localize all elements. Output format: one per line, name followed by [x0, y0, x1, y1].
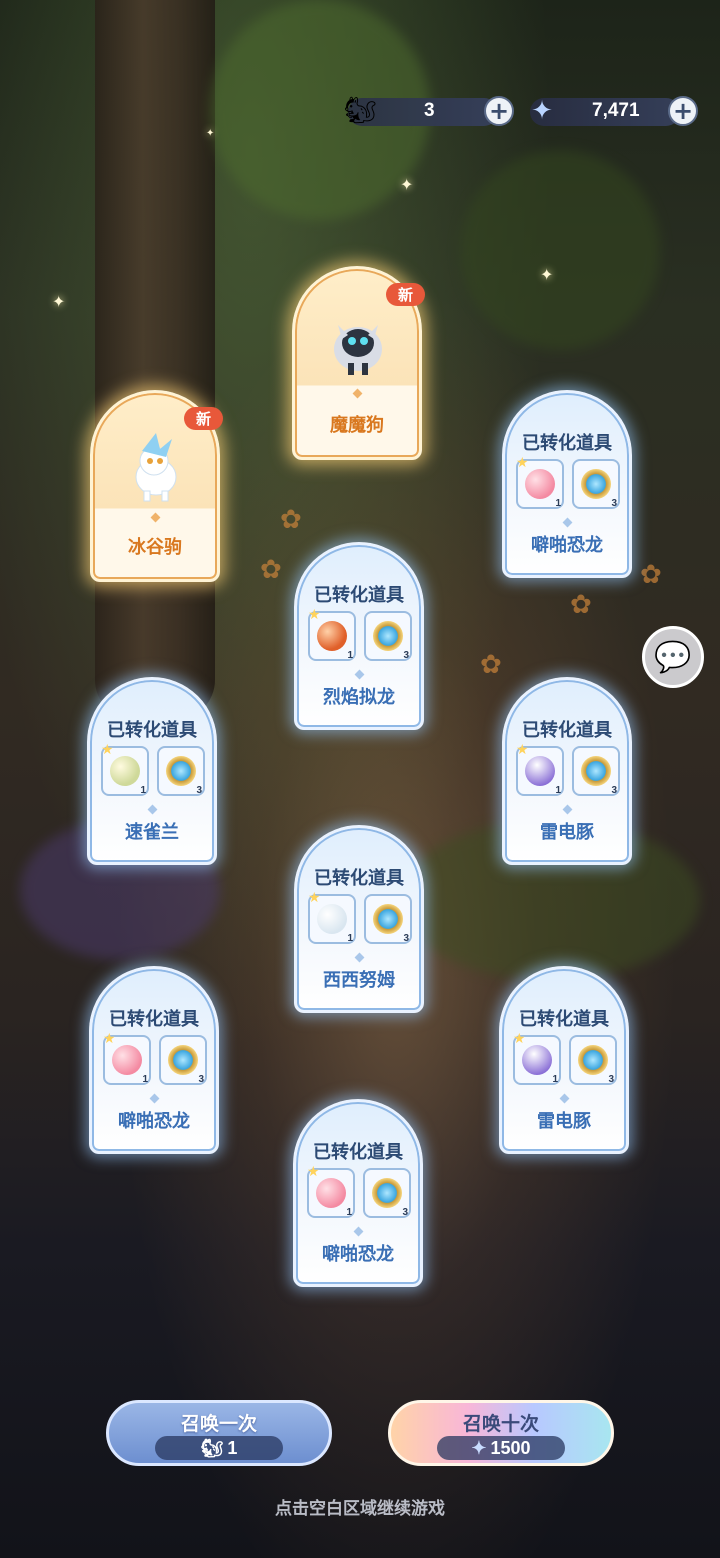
- tree-trunk: [95, 0, 215, 720]
- converted-item: 3: [572, 746, 620, 796]
- add-tickets-button[interactable]: +: [484, 96, 514, 126]
- converted-card[interactable]: 已转化道具 ★ 1 3 噼啪恐龙: [89, 966, 219, 1154]
- continue-hint: 点击空白区域继续游戏: [275, 1499, 445, 1519]
- ticket-count: 3: [424, 100, 435, 121]
- converted-card[interactable]: 已转化道具 ★ 1 3 雷电豚: [499, 966, 629, 1154]
- snow-sprite-icon: [317, 904, 347, 934]
- converted-item: ★ 1: [308, 607, 356, 661]
- star-crystal-icon: ✦: [531, 96, 553, 126]
- star-counter: ✦ 7,471 +: [530, 96, 700, 128]
- converted-card[interactable]: 已转化道具 ★ 1 3 雷电豚: [502, 677, 632, 865]
- converted-card[interactable]: 已转化道具 ★ 1 3 西西努姆: [294, 825, 424, 1013]
- converted-item: ★ 1: [307, 1164, 355, 1218]
- converted-item: ★ 1: [101, 742, 149, 796]
- flower: ✿: [280, 505, 302, 535]
- pink-dino-icon: [316, 1178, 346, 1208]
- cat-badge-icon: [581, 756, 611, 786]
- converted-item: ★ 1: [516, 455, 564, 509]
- converted-item: ★ 1: [513, 1031, 561, 1085]
- flower: ✿: [570, 590, 592, 620]
- creature-card-new[interactable]: 新 冰谷驹: [90, 390, 223, 582]
- converted-item: 3: [569, 1035, 617, 1085]
- converted-item: 3: [157, 746, 205, 796]
- thunder-dolphin-icon: [522, 1045, 552, 1075]
- converted-label: 已转化道具: [109, 1009, 199, 1030]
- converted-label: 已转化道具: [314, 868, 404, 889]
- creature-name: 速雀兰: [125, 822, 179, 843]
- creature-name: 噼啪恐龙: [531, 535, 603, 556]
- converted-label: 已转化道具: [522, 720, 612, 741]
- ice-pony-creature: [108, 419, 204, 515]
- leaf-bird-icon: [110, 756, 140, 786]
- thunder-dolphin-icon: [525, 756, 555, 786]
- summon-ten-button[interactable]: 召唤十次 ✦ 1500: [388, 1400, 614, 1466]
- creature-name: 冰谷驹: [128, 537, 182, 558]
- creature-name: 雷电豚: [537, 1111, 591, 1132]
- converted-item: 3: [364, 894, 412, 944]
- demon-dog-creature: [310, 295, 406, 391]
- creature-name: 噼啪恐龙: [322, 1244, 394, 1265]
- converted-card[interactable]: 已转化道具 ★ 1 3 噼啪恐龙: [502, 390, 632, 578]
- cat-badge-icon: [168, 1045, 198, 1075]
- creature-name: 噼啪恐龙: [118, 1111, 190, 1132]
- flower: ✿: [260, 555, 282, 585]
- cat-badge-icon: [166, 756, 196, 786]
- converted-item: ★ 1: [516, 742, 564, 796]
- converted-label: 已转化道具: [519, 1009, 609, 1030]
- flower: ✿: [480, 650, 502, 680]
- creature-name: 魔魔狗: [330, 415, 384, 436]
- cat-badge-icon: [581, 469, 611, 499]
- sparkle: ✦: [540, 265, 554, 284]
- converted-label: 已转化道具: [522, 433, 612, 454]
- creature-name: 烈焰拟龙: [323, 687, 395, 708]
- foliage: [460, 150, 660, 350]
- sparkle: ✦: [52, 292, 66, 311]
- add-stars-button[interactable]: +: [668, 96, 698, 126]
- pink-dino-icon: [112, 1045, 142, 1075]
- sparkle: ✦: [206, 128, 215, 139]
- flower: ✿: [640, 560, 662, 590]
- summon-ten-label: 召唤十次: [462, 1413, 539, 1435]
- star-count: 7,471: [592, 100, 640, 121]
- fire-dragon-icon: [317, 621, 347, 651]
- converted-item: ★ 1: [103, 1031, 151, 1085]
- creature-card-new[interactable]: 新 魔魔狗: [292, 266, 425, 460]
- converted-item: ★ 1: [308, 890, 356, 944]
- converted-card[interactable]: 已转化道具 ★ 1 3 速雀兰: [87, 677, 217, 865]
- summon-once-button[interactable]: 召唤一次 🐿 1: [106, 1400, 332, 1466]
- cat-badge-icon: [373, 904, 403, 934]
- converted-item: 3: [363, 1168, 411, 1218]
- converted-item: 3: [364, 611, 412, 661]
- chat-button[interactable]: 💬: [642, 626, 704, 688]
- cat-badge-icon: [373, 621, 403, 651]
- summon-once-cost: 🐿 1: [155, 1436, 283, 1460]
- cat-badge-icon: [372, 1178, 402, 1208]
- cat-badge-icon: [578, 1045, 608, 1075]
- creature-name: 雷电豚: [540, 822, 594, 843]
- pink-dino-icon: [525, 469, 555, 499]
- converted-card[interactable]: 已转化道具 ★ 1 3 噼啪恐龙: [293, 1099, 423, 1287]
- converted-item: 3: [572, 459, 620, 509]
- summon-ticket-icon: 🐿: [200, 1437, 224, 1458]
- converted-label: 已转化道具: [314, 585, 404, 606]
- converted-item: 3: [159, 1035, 207, 1085]
- summon-once-label: 召唤一次: [180, 1413, 257, 1435]
- summon-ticket-icon: 🐿: [343, 96, 377, 126]
- ticket-counter: 🐿 3 +: [343, 96, 518, 128]
- converted-label: 已转化道具: [107, 720, 197, 741]
- converted-label: 已转化道具: [313, 1142, 403, 1163]
- sparkle: ✦: [400, 175, 414, 194]
- summon-ten-cost: ✦ 1500: [437, 1436, 565, 1460]
- star-crystal-icon: ✦: [471, 1437, 487, 1458]
- creature-name: 西西努姆: [323, 970, 395, 991]
- chat-bubble-icon: 💬: [654, 639, 692, 675]
- converted-card[interactable]: 已转化道具 ★ 1 3 烈焰拟龙: [294, 542, 424, 730]
